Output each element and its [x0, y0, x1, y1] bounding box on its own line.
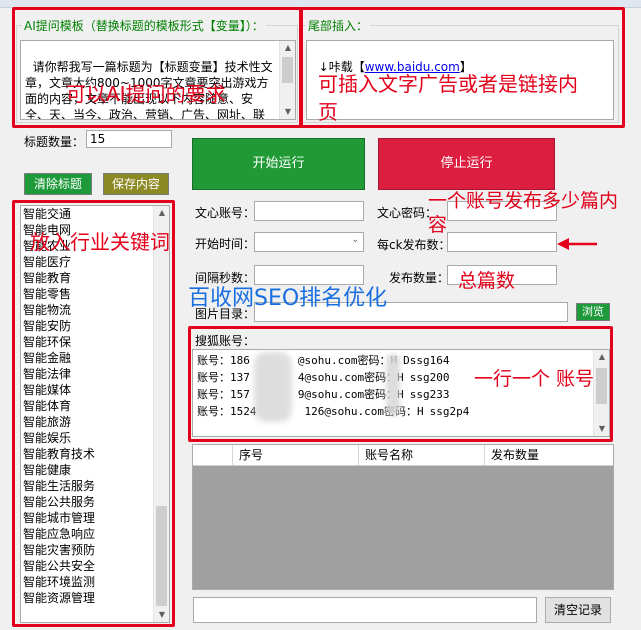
tail-annotation: 可插入文字广告或者是链接内页: [318, 72, 578, 124]
accounts-annotation: 一行一个 账号: [474, 368, 595, 390]
annotation-box-template: [12, 7, 302, 128]
accounts-grid[interactable]: 序号 账号名称 发布数量: [192, 444, 614, 590]
title-count-input[interactable]: 15: [86, 130, 172, 148]
chevron-down-icon[interactable]: ⌄: [351, 235, 359, 245]
per-account-annotation-1: 一个账号发布多少篇内: [428, 190, 619, 212]
grid-row-header: [193, 445, 233, 465]
account-label: 文心账号：: [195, 206, 256, 220]
keywords-annotation: 放入行业关键词: [30, 230, 170, 254]
grid-body: [193, 466, 613, 589]
start-time-label: 开始时间：: [195, 237, 256, 251]
per-account-input[interactable]: [447, 232, 557, 252]
tail-annotation-line1: 可插入文字广告或者是链接内页: [318, 70, 588, 126]
arrow-icon: [557, 238, 597, 250]
title-count-label: 标题数量：: [24, 135, 85, 149]
browse-button[interactable]: 浏览: [576, 303, 610, 321]
publish-count-label: 发布数量：: [389, 271, 450, 285]
start-button[interactable]: 开始运行: [192, 138, 365, 190]
log-input[interactable]: [193, 597, 537, 623]
grid-col-account[interactable]: 账号名称: [359, 445, 485, 465]
account-input[interactable]: [254, 201, 364, 221]
grid-col-count[interactable]: 发布数量: [485, 445, 613, 465]
start-time-select[interactable]: ⌄: [254, 232, 364, 252]
template-annotation: 可以AI提问的要求: [66, 82, 226, 106]
per-account-label: 每ck发布数：: [377, 238, 451, 252]
total-annotation: 总篇数: [458, 270, 516, 292]
grid-header: 序号 账号名称 发布数量: [193, 445, 613, 466]
watermark-text: 百收网SEO排名优化: [188, 286, 388, 311]
clear-titles-button[interactable]: 清除标题: [24, 173, 92, 195]
clear-log-button[interactable]: 清空记录: [545, 597, 611, 623]
grid-col-index[interactable]: 序号: [233, 445, 359, 465]
save-content-button[interactable]: 保存内容: [103, 173, 169, 195]
per-account-annotation-2: 容: [428, 214, 448, 236]
annotation-box-keywords: [12, 200, 175, 627]
stop-button[interactable]: 停止运行: [378, 138, 555, 190]
